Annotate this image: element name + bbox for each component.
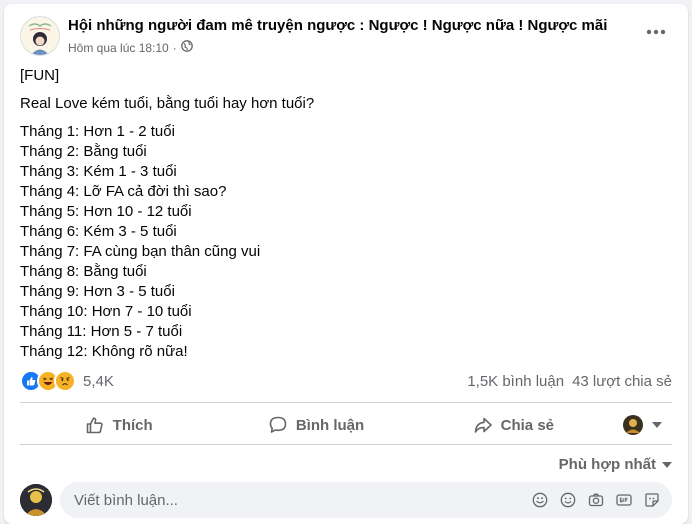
meta-separator: ·	[172, 40, 177, 55]
emoji-icon[interactable]	[560, 492, 576, 508]
group-name-link[interactable]: Hội những người đam mê truyện ngược : Ng…	[68, 17, 607, 34]
care-reaction-icon	[54, 370, 76, 392]
stats-right: 1,5K bình luận 43 lượt chia sẻ	[467, 373, 672, 390]
like-button[interactable]: Thích	[20, 407, 217, 443]
comment-button[interactable]: Bình luận	[217, 407, 414, 443]
comment-tools	[532, 492, 672, 508]
post-stats: 5,4K 1,5K bình luận 43 lượt chia sẻ	[20, 370, 672, 392]
post-meta: Hôm qua lúc 18:10 ·	[68, 40, 193, 55]
share-label: Chia sẻ	[500, 416, 554, 434]
thumbs-up-icon	[86, 417, 103, 434]
month-line: Tháng 2: Bằng tuổi	[20, 143, 147, 160]
avatar[interactable]	[20, 484, 52, 516]
like-label: Thích	[112, 416, 153, 434]
month-line: Tháng 3: Kém 1 - 3 tuổi	[20, 163, 177, 180]
post-header: Hội những người đam mê truyện ngược : Ng…	[20, 16, 672, 60]
more-options-button[interactable]	[640, 20, 672, 44]
avatar-sticker-icon[interactable]	[644, 492, 660, 508]
comment-label: Bình luận	[295, 416, 365, 434]
month-line: Tháng 11: Hơn 5 - 7 tuổi	[20, 323, 183, 340]
reactions-summary[interactable]: 5,4K	[20, 370, 114, 392]
comment-box	[60, 482, 672, 518]
month-line: Tháng 1: Hơn 1 - 2 tuổi	[20, 123, 175, 140]
gif-icon[interactable]	[616, 492, 632, 508]
reaction-count[interactable]: 5,4K	[83, 373, 114, 390]
divider	[20, 402, 672, 403]
month-line: Tháng 7: FA cùng bạn thân cũng vui	[20, 243, 261, 260]
comment-sort-dropdown[interactable]: Phù hợp nhất	[559, 456, 672, 473]
month-line: Tháng 10: Hơn 7 - 10 tuổi	[20, 303, 192, 320]
chevron-down-icon	[651, 422, 662, 428]
month-line: Tháng 12: Không rõ nữa!	[20, 343, 188, 360]
comment-bubble-icon	[269, 416, 287, 433]
post-question: Real Love kém tuổi, bằng tuổi hay hơn tu…	[20, 95, 315, 112]
month-line: Tháng 4: Lỡ FA cả đời thì sao?	[20, 183, 227, 200]
post-card: Hội những người đam mê truyện ngược : Ng…	[4, 4, 688, 524]
month-line: Tháng 9: Hơn 3 - 5 tuổi	[20, 283, 175, 300]
month-line: Tháng 6: Kém 3 - 5 tuổi	[20, 223, 177, 240]
post-text: [FUN] Real Love kém tuổi, bằng tuổi hay …	[20, 66, 672, 362]
comment-composer	[20, 482, 672, 518]
chevron-down-icon	[662, 461, 672, 468]
post-as-selector[interactable]	[612, 407, 672, 443]
month-line: Tháng 5: Hơn 10 - 12 tuổi	[20, 203, 192, 220]
share-button[interactable]: Chia sẻ	[415, 407, 612, 443]
globe-icon[interactable]	[180, 40, 193, 55]
post-tag: [FUN]	[20, 67, 60, 84]
group-avatar[interactable]	[20, 16, 60, 56]
profile-avatar-icon	[622, 415, 643, 435]
action-bar: Thích Bình luận Chia sẻ	[20, 406, 672, 444]
share-count-link[interactable]: 43 lượt chia sẻ	[572, 373, 672, 390]
share-arrow-icon	[474, 417, 492, 433]
sort-label: Phù hợp nhất	[558, 456, 656, 473]
divider	[20, 444, 672, 445]
month-line: Tháng 8: Bằng tuổi	[20, 263, 147, 280]
camera-icon[interactable]	[588, 492, 604, 508]
more-horizontal-icon	[646, 29, 666, 35]
comment-input[interactable]	[72, 490, 516, 510]
comment-count-link[interactable]: 1,5K bình luận	[467, 373, 564, 390]
sticker-icon[interactable]	[532, 492, 548, 508]
post-timestamp[interactable]: Hôm qua lúc 18:10	[68, 41, 169, 55]
